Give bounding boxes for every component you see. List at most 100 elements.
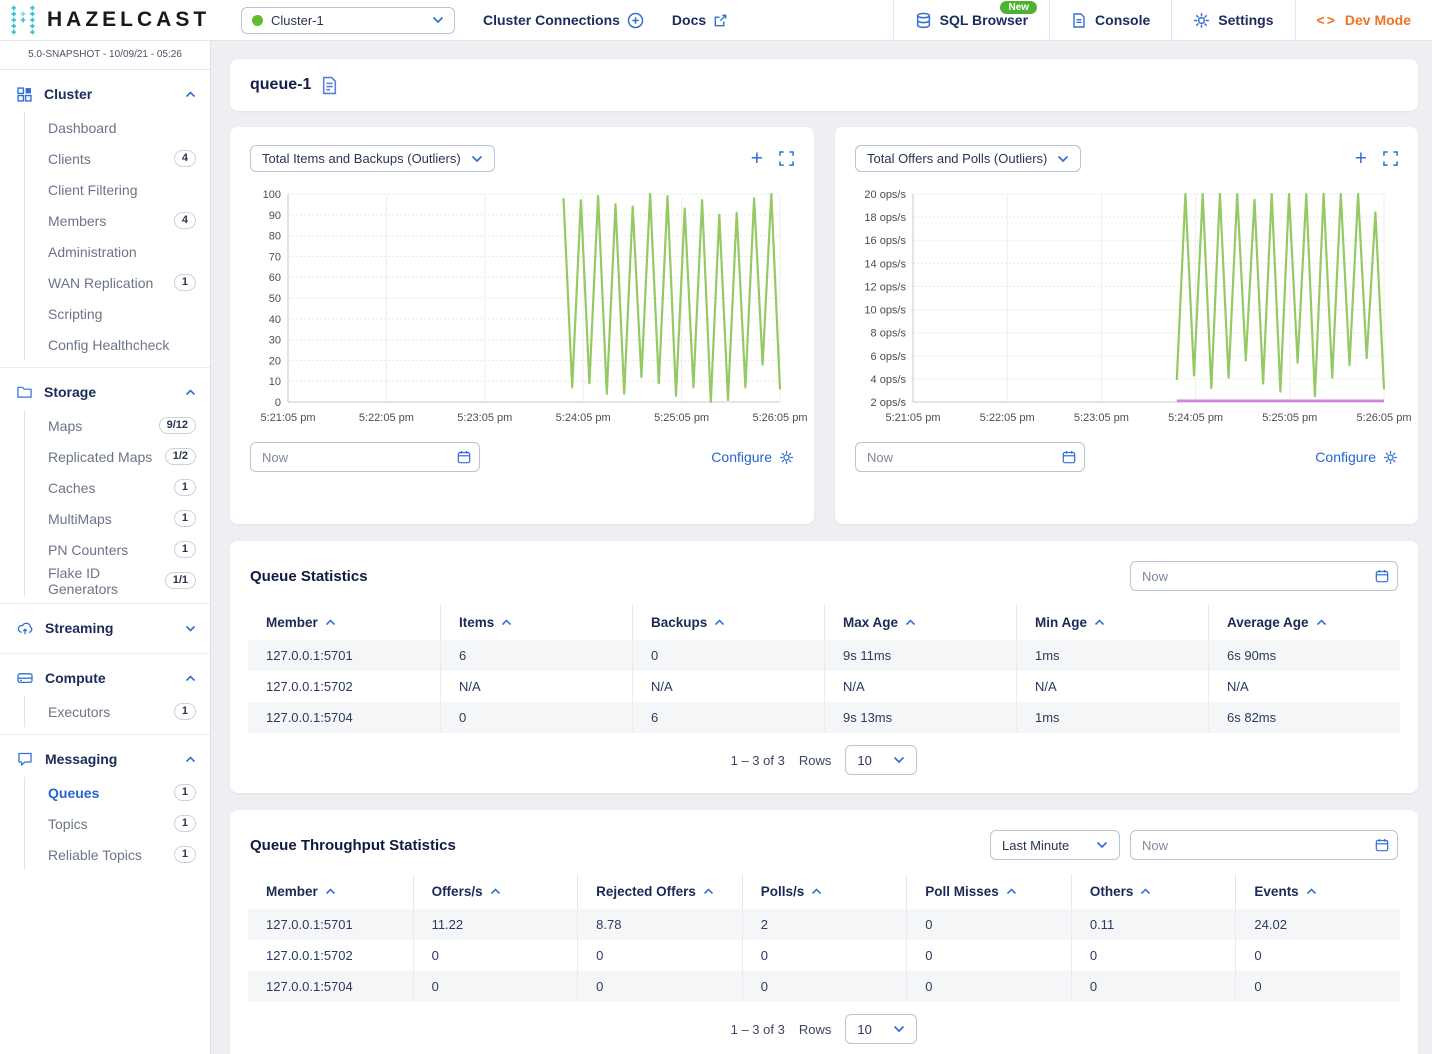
sidebar-item-replicated-maps[interactable]: Replicated Maps1/2 — [25, 441, 210, 472]
table-cell: 0 — [632, 640, 824, 671]
sidebar-item-dashboard[interactable]: Dashboard — [25, 112, 210, 143]
sidebar-item-members[interactable]: Members4 — [25, 205, 210, 236]
column-header-events[interactable]: Events — [1235, 874, 1400, 909]
chart-time-picker[interactable] — [250, 442, 480, 472]
column-header-member[interactable]: Member — [248, 874, 413, 909]
sidebar-item-queues[interactable]: Queues1 — [25, 777, 210, 808]
page-title: queue-1 — [250, 76, 311, 94]
column-header-poll-misses[interactable]: Poll Misses — [906, 874, 1071, 909]
sidebar-item-config-healthcheck[interactable]: Config Healthcheck — [25, 329, 210, 360]
table-time-picker[interactable] — [1130, 561, 1398, 591]
cluster-select[interactable]: Cluster-1 — [241, 7, 455, 34]
column-header-average-age[interactable]: Average Age — [1208, 605, 1400, 640]
table-row[interactable]: 127.0.0.1:570111.228.78200.1124.02 — [248, 909, 1400, 940]
items-backups-chart[interactable]: 01020304050607080901005:21:05 pm5:22:05 … — [250, 186, 794, 428]
sidebar-section-header-cluster[interactable]: Cluster — [0, 76, 210, 112]
table-time-picker[interactable] — [1130, 830, 1398, 860]
table-row[interactable]: 127.0.0.1:5704069s 13ms1ms6s 82ms — [248, 702, 1400, 733]
time-picker-input[interactable] — [1130, 561, 1398, 591]
sidebar-item-flake-id-generators[interactable]: Flake ID Generators1/1 — [25, 565, 210, 596]
sidebar-section-header-streaming[interactable]: Streaming — [0, 610, 210, 646]
metric-select[interactable]: Total Items and Backups (Outliers) — [250, 145, 495, 172]
sidebar-item-administration[interactable]: Administration — [25, 236, 210, 267]
column-header-others[interactable]: Others — [1071, 874, 1236, 909]
add-chart-button[interactable]: + — [751, 148, 763, 169]
chart-time-picker[interactable] — [855, 442, 1085, 472]
gear-icon — [1383, 450, 1398, 465]
column-header-polls-s[interactable]: Polls/s — [742, 874, 907, 909]
fullscreen-icon[interactable] — [779, 151, 794, 166]
table-cell: 0 — [1071, 971, 1236, 1002]
cluster-connections-link[interactable]: Cluster Connections — [483, 12, 644, 29]
code-brackets-icon: <> — [1317, 12, 1337, 28]
sort-asc-icon — [501, 619, 512, 626]
sidebar-section-header-compute[interactable]: Compute — [0, 660, 210, 696]
docs-link[interactable]: Docs — [672, 12, 728, 28]
document-icon[interactable] — [321, 76, 338, 95]
column-header-member[interactable]: Member — [248, 605, 440, 640]
sidebar-item-client-filtering[interactable]: Client Filtering — [25, 174, 210, 205]
sidebar-item-reliable-topics[interactable]: Reliable Topics1 — [25, 839, 210, 870]
settings-button[interactable]: Settings — [1171, 0, 1294, 40]
dev-mode-button[interactable]: <> Dev Mode — [1295, 0, 1432, 40]
rows-label: Rows — [799, 1022, 832, 1037]
sidebar-item-scripting[interactable]: Scripting — [25, 298, 210, 329]
time-range-select[interactable]: Last Minute — [990, 830, 1120, 860]
sidebar-section-header-messaging[interactable]: Messaging — [0, 741, 210, 777]
sidebar-item-executors[interactable]: Executors1 — [25, 696, 210, 727]
svg-text:14 ops/s: 14 ops/s — [864, 258, 906, 270]
table-cell: 6 — [632, 702, 824, 733]
metric-select[interactable]: Total Offers and Polls (Outliers) — [855, 145, 1081, 172]
table-cell: 0 — [906, 940, 1071, 971]
sidebar-item-label: Scripting — [48, 306, 196, 322]
column-header-max-age[interactable]: Max Age — [824, 605, 1016, 640]
grid-icon — [17, 87, 32, 102]
configure-link[interactable]: Configure — [711, 449, 794, 465]
rows-per-page-select[interactable]: 10 — [845, 1014, 917, 1044]
sidebar-item-label: Clients — [48, 151, 174, 167]
console-button[interactable]: Console — [1049, 0, 1171, 40]
offers-polls-chart[interactable]: 2 ops/s4 ops/s6 ops/s8 ops/s10 ops/s12 o… — [855, 186, 1398, 428]
column-header-rejected-offers[interactable]: Rejected Offers — [577, 874, 742, 909]
table-cell: 0 — [440, 702, 632, 733]
sidebar-item-label: Dashboard — [48, 120, 196, 136]
sidebar-item-label: WAN Replication — [48, 275, 174, 291]
table-row[interactable]: 127.0.0.1:5702N/AN/AN/AN/AN/A — [248, 671, 1400, 702]
sort-asc-icon — [1094, 619, 1105, 626]
column-header-backups[interactable]: Backups — [632, 605, 824, 640]
column-header-items[interactable]: Items — [440, 605, 632, 640]
sidebar-item-topics[interactable]: Topics1 — [25, 808, 210, 839]
sidebar-section-header-storage[interactable]: Storage — [0, 374, 210, 410]
table-cell: 1ms — [1016, 640, 1208, 671]
time-picker-input[interactable] — [855, 442, 1085, 472]
queue-throughput-card: Queue Throughput Statistics Last Minute … — [230, 810, 1418, 1054]
sidebar-item-wan-replication[interactable]: WAN Replication1 — [25, 267, 210, 298]
column-header-offers-s[interactable]: Offers/s — [413, 874, 578, 909]
sidebar-item-pn-counters[interactable]: PN Counters1 — [25, 534, 210, 565]
items-backups-chart-card: Total Items and Backups (Outliers) + 010… — [230, 127, 814, 524]
count-badge: 1 — [174, 541, 196, 558]
sidebar-item-maps[interactable]: Maps9/12 — [25, 410, 210, 441]
table-row[interactable]: 127.0.0.1:5702000000 — [248, 940, 1400, 971]
time-picker-input[interactable] — [250, 442, 480, 472]
cluster-connections-label: Cluster Connections — [483, 12, 620, 28]
chevron-down-icon — [1096, 841, 1108, 849]
table-row[interactable]: 127.0.0.1:5701609s 11ms1ms6s 90ms — [248, 640, 1400, 671]
table-row[interactable]: 127.0.0.1:5704000000 — [248, 971, 1400, 1002]
table-cell: 127.0.0.1:5701 — [248, 909, 413, 940]
sidebar-item-clients[interactable]: Clients4 — [25, 143, 210, 174]
sidebar-item-caches[interactable]: Caches1 — [25, 472, 210, 503]
table-cell: 24.02 — [1235, 909, 1400, 940]
time-picker-input[interactable] — [1130, 830, 1398, 860]
configure-link[interactable]: Configure — [1315, 449, 1398, 465]
rows-per-page-select[interactable]: 10 — [845, 745, 917, 775]
column-header-min-age[interactable]: Min Age — [1016, 605, 1208, 640]
svg-text:5:23:05 pm: 5:23:05 pm — [457, 412, 512, 424]
svg-text:4 ops/s: 4 ops/s — [871, 374, 907, 386]
count-badge: 1/2 — [165, 448, 196, 465]
sql-browser-button[interactable]: New SQL Browser — [893, 0, 1049, 40]
add-chart-button[interactable]: + — [1355, 148, 1367, 169]
sidebar-item-label: Client Filtering — [48, 182, 196, 198]
fullscreen-icon[interactable] — [1383, 151, 1398, 166]
sidebar-item-multimaps[interactable]: MultiMaps1 — [25, 503, 210, 534]
